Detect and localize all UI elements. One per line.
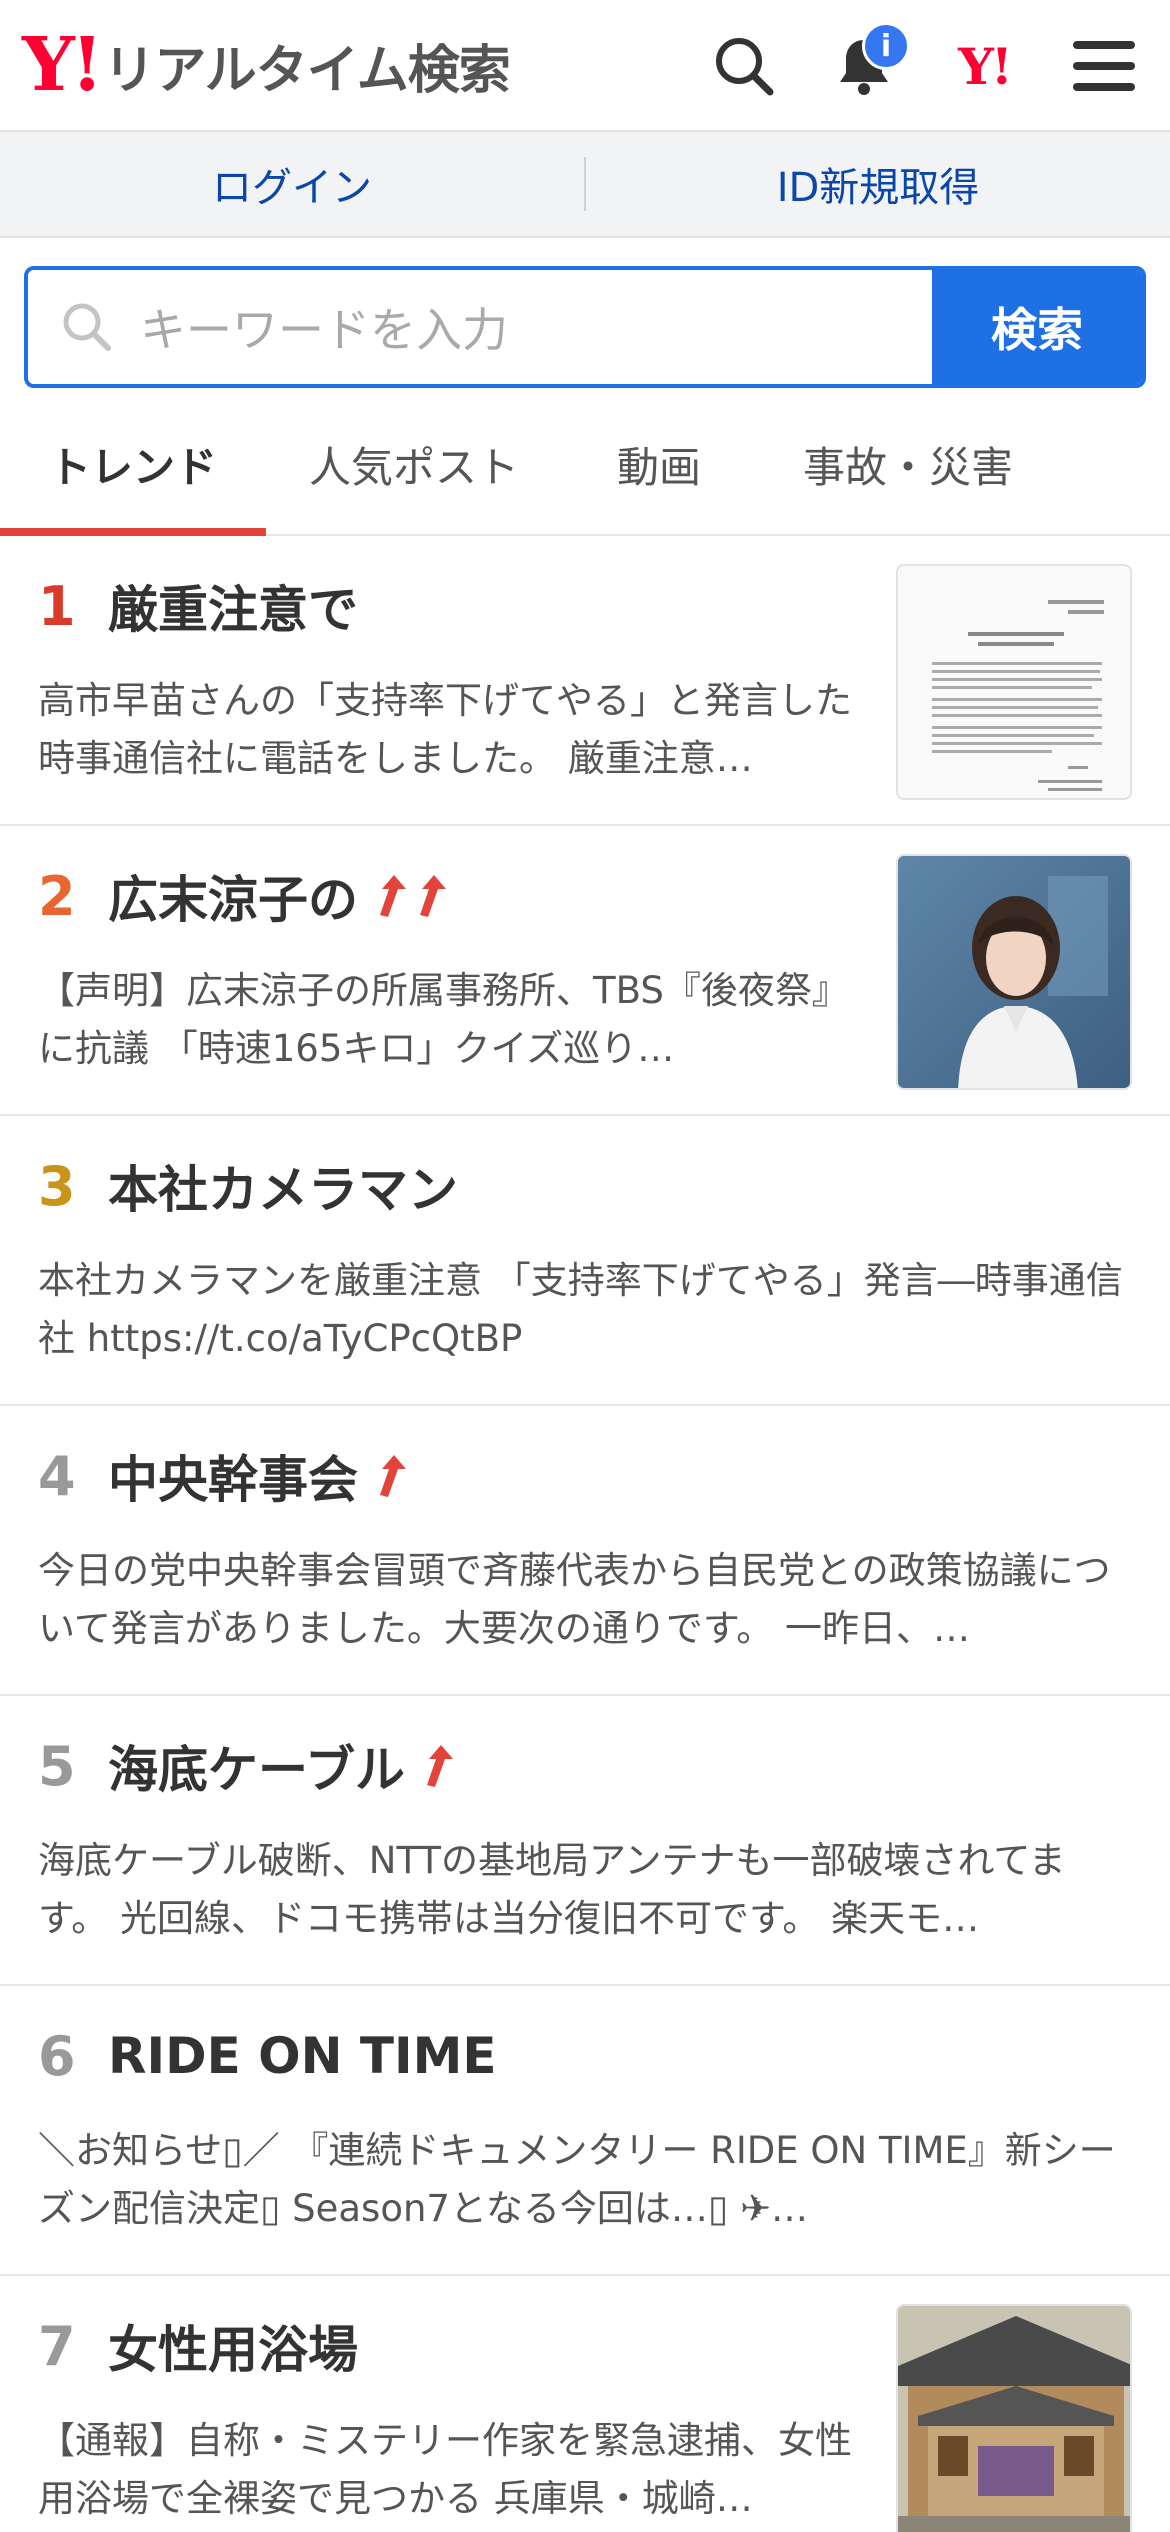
trend-item-7[interactable]: 7 女性用浴場 【通報】自称・ミステリー作家を緊急逮捕、女性用浴場で全裸姿で見つ… xyxy=(0,2276,1170,2532)
tab-popular-posts[interactable]: 人気ポスト xyxy=(266,388,562,534)
trend-keyword: 厳重注意で xyxy=(108,581,358,639)
yahoo-logo-mark: Y! xyxy=(22,22,103,108)
trend-keyword: 海底ケーブル xyxy=(108,1741,405,1799)
trend-keyword: 本社カメラマン xyxy=(108,1161,458,1219)
trend-item-6[interactable]: 6 RIDE ON TIME ＼お知らせ▯／ 『連続ドキュメンタリー RIDE … xyxy=(0,1986,1170,2276)
search-form: キーワードを入力 検索 xyxy=(24,266,1146,388)
trend-list: 1 厳重注意で 高市早苗さんの「支持率下げてやる」と発言した時事通信社に電話をし… xyxy=(0,536,1170,2532)
trend-item-4[interactable]: 4 中央幹事会 今日の党中央幹事会冒頭で斉藤代表から自民党との政策協議について発… xyxy=(0,1406,1170,1696)
trend-up-arrow-icon xyxy=(380,1455,406,1497)
category-tabs: トレンド 人気ポスト 動画 事故・災害 xyxy=(0,388,1170,536)
trend-description: 【通報】自称・ミステリー作家を緊急逮捕、女性用浴場で全裸姿で見つかる 兵庫県・城… xyxy=(38,2419,852,2520)
trend-up-arrow-icon xyxy=(427,1745,453,1787)
yahoo-realtime-logo[interactable]: Y! リアルタイム検索 xyxy=(22,22,511,108)
trend-rank: 1 xyxy=(38,574,76,638)
search-icon[interactable] xyxy=(708,30,780,102)
yahoo-japan-mark: Y! xyxy=(958,36,1013,96)
search-field-icon xyxy=(63,303,111,351)
trend-description: ＼お知らせ▯／ 『連続ドキュメンタリー RIDE ON TIME』新シーズン配信… xyxy=(38,2129,1116,2230)
trend-rank: 3 xyxy=(38,1154,76,1218)
rising-arrows xyxy=(372,1453,408,1499)
trend-thumbnail-portrait[interactable] xyxy=(896,854,1132,1090)
trend-up-arrow-icon xyxy=(420,875,446,917)
trend-thumbnail-document[interactable] xyxy=(896,564,1132,800)
notification-bell-icon[interactable]: i xyxy=(828,22,910,102)
trend-item-5[interactable]: 5 海底ケーブル 海底ケーブル破断、NTTの基地局アンテナも一部破壊されてます。… xyxy=(0,1696,1170,1986)
notification-badge: i xyxy=(862,22,910,70)
hamburger-menu-icon[interactable] xyxy=(1068,30,1140,102)
trend-up-arrow-icon xyxy=(380,875,406,917)
app-header: Y! リアルタイム検索 i Y! xyxy=(0,0,1170,132)
trend-keyword: 女性用浴場 xyxy=(108,2321,358,2379)
trend-keyword: RIDE ON TIME xyxy=(108,2027,497,2085)
trend-keyword: 中央幹事会 xyxy=(108,1451,358,1509)
trend-description: 【声明】広末涼子の所属事務所、TBS『後夜祭』に抗議 「時速165キロ」クイズ巡… xyxy=(38,969,849,1070)
tab-video[interactable]: 動画 xyxy=(562,388,756,534)
trend-keyword: 広末涼子の xyxy=(108,871,358,929)
tab-accidents-disasters[interactable]: 事故・災害 xyxy=(756,388,1060,534)
trend-description: 本社カメラマンを厳重注意 「支持率下げてやる」発言―時事通信社 https://… xyxy=(38,1259,1123,1360)
trend-rank: 2 xyxy=(38,864,76,928)
trend-rank: 7 xyxy=(38,2314,76,2378)
login-link[interactable]: ログイン xyxy=(0,155,584,213)
search-area: キーワードを入力 検索 xyxy=(0,238,1170,388)
search-button[interactable]: 検索 xyxy=(932,270,1142,384)
rising-arrows xyxy=(419,1743,455,1789)
search-placeholder: キーワードを入力 xyxy=(140,303,508,357)
yahoo-japan-icon[interactable]: Y! xyxy=(948,30,1020,102)
logo-title: リアルタイム検索 xyxy=(103,40,510,101)
tab-trend[interactable]: トレンド xyxy=(0,388,266,536)
account-bar: ログイン ID新規取得 xyxy=(0,132,1170,238)
trend-description: 今日の党中央幹事会冒頭で斉藤代表から自民党との政策協議について発言がありました。… xyxy=(38,1549,1111,1650)
trend-item-1[interactable]: 1 厳重注意で 高市早苗さんの「支持率下げてやる」と発言した時事通信社に電話をし… xyxy=(0,536,1170,826)
trend-item-2[interactable]: 2 広末涼子の 【声明】広末涼子の所属事務所、TBS『後夜祭』に抗議 「時速16… xyxy=(0,826,1170,1116)
rising-arrows xyxy=(372,873,448,919)
trend-description: 海底ケーブル破断、NTTの基地局アンテナも一部破壊されてます。 光回線、ドコモ携… xyxy=(38,1839,1066,1940)
trend-rank: 6 xyxy=(38,2024,76,2088)
trend-rank: 5 xyxy=(38,1734,76,1798)
search-input[interactable]: キーワードを入力 xyxy=(28,270,932,384)
trend-item-3[interactable]: 3 本社カメラマン 本社カメラマンを厳重注意 「支持率下げてやる」発言―時事通信… xyxy=(0,1116,1170,1406)
trend-description: 高市早苗さんの「支持率下げてやる」と発言した時事通信社に電話をしました。 厳重注… xyxy=(38,679,852,780)
trend-thumbnail-building[interactable] xyxy=(896,2304,1132,2532)
signup-link[interactable]: ID新規取得 xyxy=(586,155,1170,213)
trend-rank: 4 xyxy=(38,1444,76,1508)
header-actions: i Y! xyxy=(708,0,1140,132)
